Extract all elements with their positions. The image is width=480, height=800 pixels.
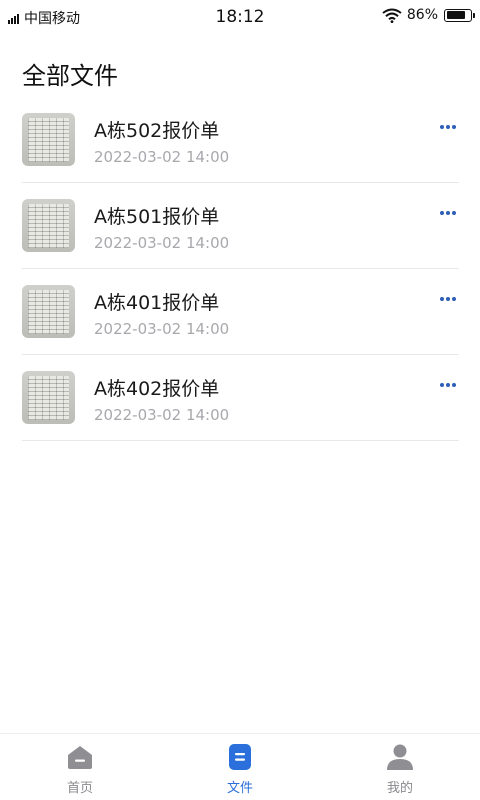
- status-right: 86%: [382, 7, 475, 23]
- tab-profile[interactable]: 我的: [320, 734, 480, 800]
- more-options-button[interactable]: [437, 205, 459, 221]
- file-thumbnail: [22, 199, 75, 252]
- user-icon: [387, 744, 413, 770]
- more-options-button[interactable]: [437, 291, 459, 307]
- status-bar: 中国移动 18:12 86%: [0, 0, 480, 34]
- home-icon: [68, 746, 92, 769]
- battery-icon: [444, 8, 475, 22]
- file-list: A栋502报价单 2022-03-02 14:00 A栋501报价单 2022-…: [22, 97, 459, 441]
- file-thumbnail: [22, 285, 75, 338]
- file-date: 2022-03-02 14:00: [94, 320, 230, 338]
- file-thumbnail: [22, 113, 75, 166]
- file-name: A栋502报价单: [94, 120, 220, 142]
- file-item[interactable]: A栋401报价单 2022-03-02 14:00: [22, 269, 459, 355]
- file-item[interactable]: A栋502报价单 2022-03-02 14:00: [22, 97, 459, 183]
- file-date: 2022-03-02 14:00: [94, 148, 230, 166]
- wifi-icon: [382, 8, 402, 23]
- page-title: 全部文件: [22, 62, 118, 90]
- bottom-tab-bar: 首页 文件 我的: [0, 733, 480, 800]
- tab-home-label: 首页: [66, 781, 93, 796]
- tab-files[interactable]: 文件: [160, 734, 320, 800]
- file-name: A栋401报价单: [94, 292, 220, 314]
- file-name: A栋402报价单: [94, 378, 220, 400]
- file-item[interactable]: A栋402报价单 2022-03-02 14:00: [22, 355, 459, 441]
- file-item[interactable]: A栋501报价单 2022-03-02 14:00: [22, 183, 459, 269]
- more-options-button[interactable]: [437, 119, 459, 135]
- tab-home[interactable]: 首页: [0, 734, 160, 800]
- file-date: 2022-03-02 14:00: [94, 406, 230, 424]
- file-icon: [229, 744, 251, 770]
- tab-files-label: 文件: [226, 781, 253, 796]
- battery-percent: 86%: [406, 7, 438, 23]
- more-options-button[interactable]: [437, 377, 459, 393]
- file-name: A栋501报价单: [94, 206, 220, 228]
- file-date: 2022-03-02 14:00: [94, 234, 230, 252]
- tab-profile-label: 我的: [386, 781, 413, 796]
- file-thumbnail: [22, 371, 75, 424]
